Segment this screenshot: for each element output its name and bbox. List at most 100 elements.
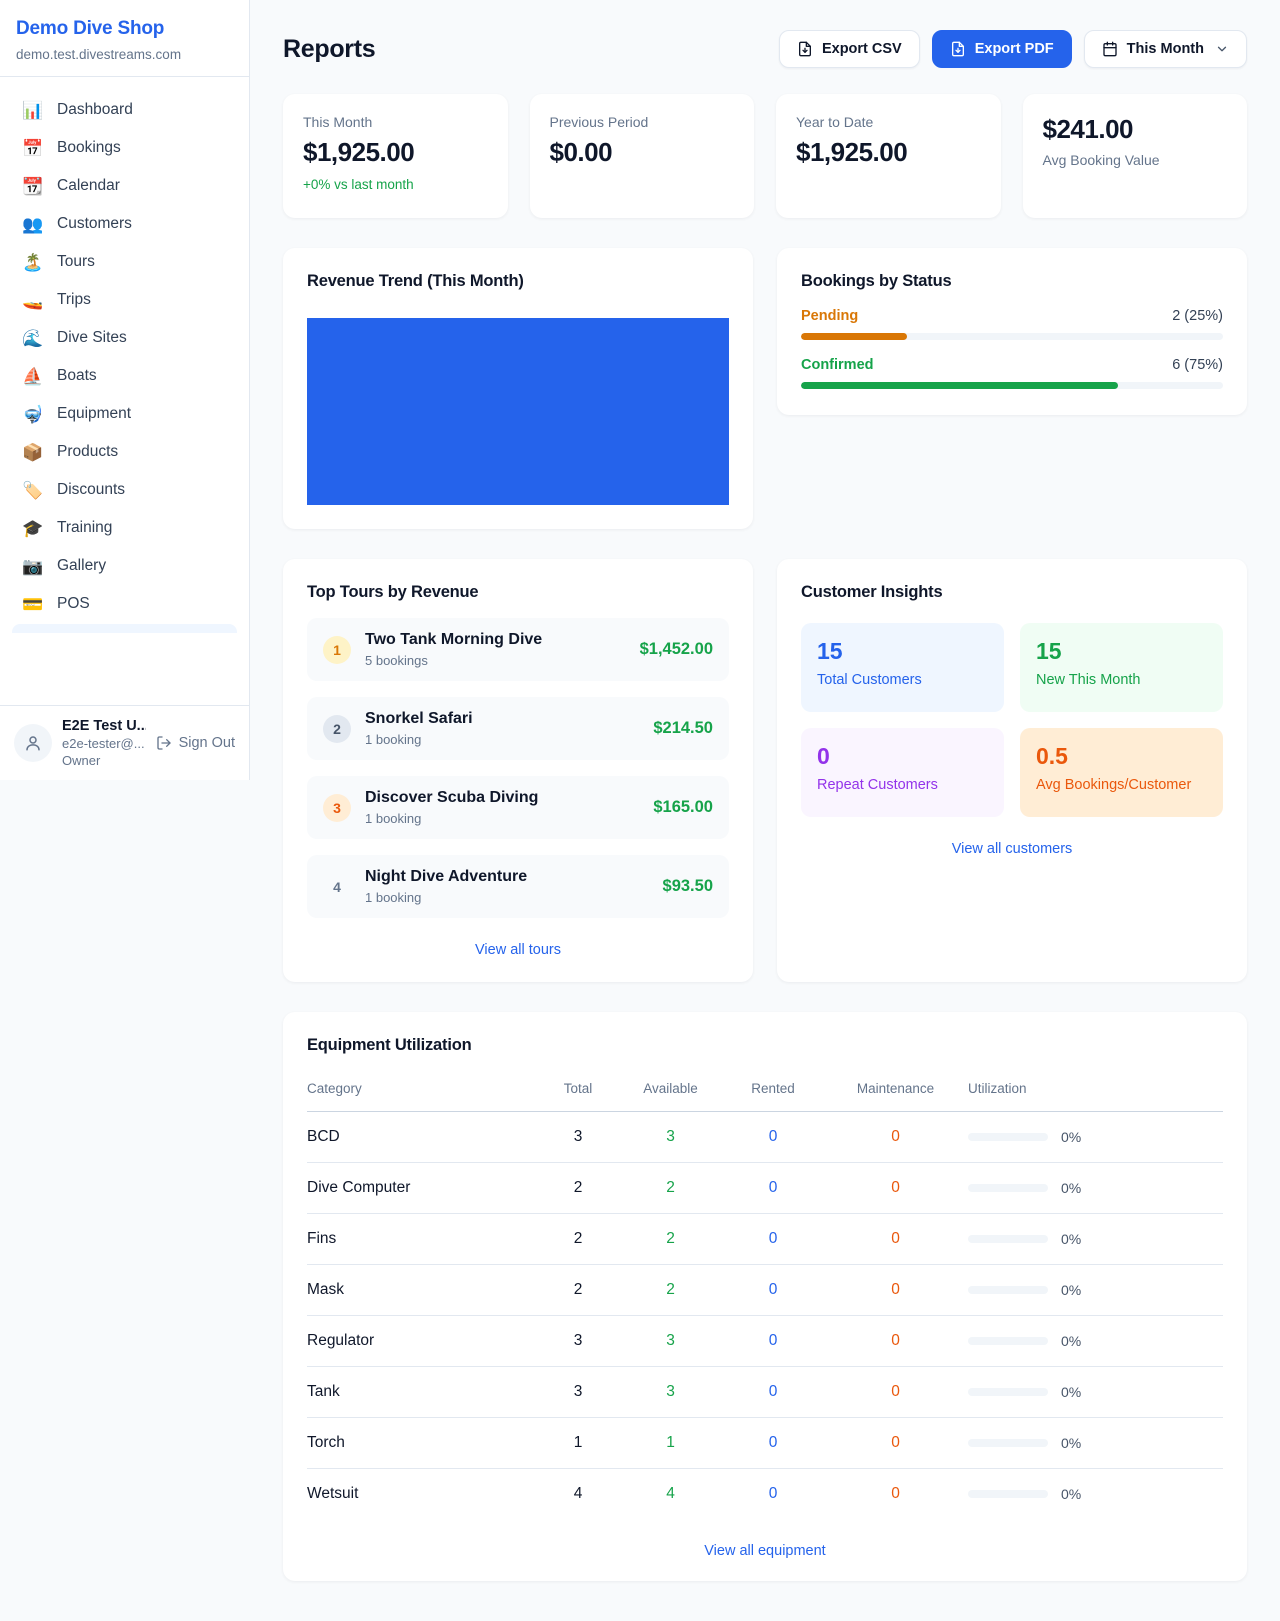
- cell-rented: 0: [723, 1112, 823, 1163]
- cell-available: 2: [618, 1214, 723, 1265]
- sidebar-item-calendar[interactable]: 📆 Calendar: [10, 167, 239, 205]
- tile-avg-bookings-customer: 0.5 Avg Bookings/Customer: [1020, 728, 1223, 817]
- cell-maintenance: 0: [823, 1265, 968, 1316]
- progress-fill: [801, 382, 1118, 389]
- sidebar-item-gallery[interactable]: 📷 Gallery: [10, 547, 239, 585]
- sidebar-item-bookings[interactable]: 📅 Bookings: [10, 129, 239, 167]
- tile-label: Avg Bookings/Customer: [1036, 777, 1207, 793]
- export-pdf-button[interactable]: Export PDF: [932, 30, 1072, 68]
- tour-amount: $93.50: [663, 877, 713, 896]
- view-all-tours-link[interactable]: View all tours: [307, 942, 729, 958]
- cell-category: Torch: [307, 1418, 538, 1469]
- cell-total: 1: [538, 1418, 618, 1469]
- stat-card-this-month: This Month $1,925.00 +0% vs last month: [283, 94, 508, 218]
- sidebar-item-label: Products: [57, 443, 118, 461]
- column-header-available: Available: [618, 1071, 723, 1112]
- cell-category: Tank: [307, 1367, 538, 1418]
- cell-utilization: 0%: [968, 1384, 1223, 1400]
- main-content: Reports Export CSV Export PDF This Month: [250, 0, 1280, 1621]
- status-value: 6 (75%): [1172, 357, 1223, 373]
- export-csv-label: Export CSV: [822, 41, 902, 57]
- shop-domain: demo.test.divestreams.com: [16, 47, 233, 62]
- equipment-utilization-title: Equipment Utilization: [307, 1036, 1223, 1055]
- cell-category: Mask: [307, 1265, 538, 1316]
- cell-available: 3: [618, 1367, 723, 1418]
- top-tours-card: Top Tours by Revenue 1 Two Tank Morning …: [283, 559, 753, 982]
- equipment-icon: 🤿: [22, 406, 44, 423]
- tour-list-item: 2 Snorkel Safari 1 booking $214.50: [307, 697, 729, 760]
- column-header-total: Total: [538, 1071, 618, 1112]
- stat-label: Avg Booking Value: [1043, 152, 1228, 168]
- period-dropdown[interactable]: This Month: [1084, 30, 1247, 68]
- sidebar-item-label: Dashboard: [57, 101, 133, 119]
- sidebar-item-dashboard[interactable]: 📊 Dashboard: [10, 91, 239, 129]
- sidebar-item-reports-partial[interactable]: [12, 624, 237, 633]
- table-row: BCD 3 3 0 0 0%: [307, 1112, 1223, 1163]
- cell-utilization: 0%: [968, 1486, 1223, 1502]
- status-label: Confirmed: [801, 357, 874, 373]
- cell-category: Dive Computer: [307, 1163, 538, 1214]
- cell-available: 4: [618, 1469, 723, 1520]
- cell-category: Regulator: [307, 1316, 538, 1367]
- tile-value: 0: [817, 743, 988, 770]
- column-header-utilization: Utilization: [968, 1071, 1223, 1112]
- table-row: Mask 2 2 0 0 0%: [307, 1265, 1223, 1316]
- cell-rented: 0: [723, 1214, 823, 1265]
- pos-icon: 💳: [22, 596, 44, 613]
- tile-label: New This Month: [1036, 672, 1207, 688]
- user-role: Owner: [62, 753, 146, 768]
- status-label: Pending: [801, 308, 858, 324]
- sidebar-item-dive-sites[interactable]: 🌊 Dive Sites: [10, 319, 239, 357]
- header-actions: Export CSV Export PDF This Month: [779, 30, 1247, 68]
- tour-amount: $214.50: [653, 719, 713, 738]
- tour-name: Night Dive Adventure: [365, 868, 527, 886]
- rank-badge: 4: [323, 873, 351, 901]
- sign-out-button[interactable]: Sign Out: [156, 735, 235, 751]
- export-csv-button[interactable]: Export CSV: [779, 30, 920, 68]
- sidebar-item-label: Dive Sites: [57, 329, 127, 347]
- view-all-customers-link[interactable]: View all customers: [801, 841, 1223, 857]
- view-all-equipment-link[interactable]: View all equipment: [307, 1543, 1223, 1559]
- status-row-confirmed: Confirmed 6 (75%): [801, 357, 1223, 389]
- sign-out-icon: [156, 735, 172, 751]
- column-header-maintenance: Maintenance: [823, 1071, 968, 1112]
- sidebar-item-trips[interactable]: 🚤 Trips: [10, 281, 239, 319]
- tile-label: Repeat Customers: [817, 777, 988, 793]
- equipment-table: Category Total Available Rented Maintena…: [307, 1071, 1223, 1519]
- tour-bookings: 1 booking: [365, 890, 527, 905]
- stat-delta: +0% vs last month: [303, 177, 488, 192]
- sidebar-item-customers[interactable]: 👥 Customers: [10, 205, 239, 243]
- cell-maintenance: 0: [823, 1214, 968, 1265]
- table-row: Regulator 3 3 0 0 0%: [307, 1316, 1223, 1367]
- tour-bookings: 1 booking: [365, 732, 473, 747]
- stat-value: $1,925.00: [303, 137, 488, 168]
- stat-card-previous-period: Previous Period $0.00: [530, 94, 755, 218]
- sidebar-item-training[interactable]: 🎓 Training: [10, 509, 239, 547]
- sidebar-item-products[interactable]: 📦 Products: [10, 433, 239, 471]
- sidebar-item-tours[interactable]: 🏝️ Tours: [10, 243, 239, 281]
- tile-value: 0.5: [1036, 743, 1207, 770]
- sidebar-item-pos[interactable]: 💳 POS: [10, 585, 239, 623]
- sidebar-item-label: Calendar: [57, 177, 120, 195]
- calendar-icon: 📆: [22, 178, 44, 195]
- tour-list-item: 4 Night Dive Adventure 1 booking $93.50: [307, 855, 729, 918]
- sidebar-item-discounts[interactable]: 🏷️ Discounts: [10, 471, 239, 509]
- page-header: Reports Export CSV Export PDF This Month: [283, 30, 1247, 68]
- tour-bookings: 1 booking: [365, 811, 538, 826]
- sidebar-item-equipment[interactable]: 🤿 Equipment: [10, 395, 239, 433]
- cell-total: 2: [538, 1163, 618, 1214]
- tile-value: 15: [1036, 638, 1207, 665]
- cell-total: 3: [538, 1112, 618, 1163]
- cell-total: 2: [538, 1265, 618, 1316]
- sidebar-item-label: Bookings: [57, 139, 121, 157]
- status-value: 2 (25%): [1172, 308, 1223, 324]
- stat-card-year-to-date: Year to Date $1,925.00: [776, 94, 1001, 218]
- cell-total: 2: [538, 1214, 618, 1265]
- sidebar: Demo Dive Shop demo.test.divestreams.com…: [0, 0, 250, 780]
- bookings-icon: 📅: [22, 140, 44, 157]
- cell-rented: 0: [723, 1163, 823, 1214]
- cell-rented: 0: [723, 1265, 823, 1316]
- page-title: Reports: [283, 35, 375, 64]
- rank-badge: 3: [323, 794, 351, 822]
- sidebar-item-boats[interactable]: ⛵ Boats: [10, 357, 239, 395]
